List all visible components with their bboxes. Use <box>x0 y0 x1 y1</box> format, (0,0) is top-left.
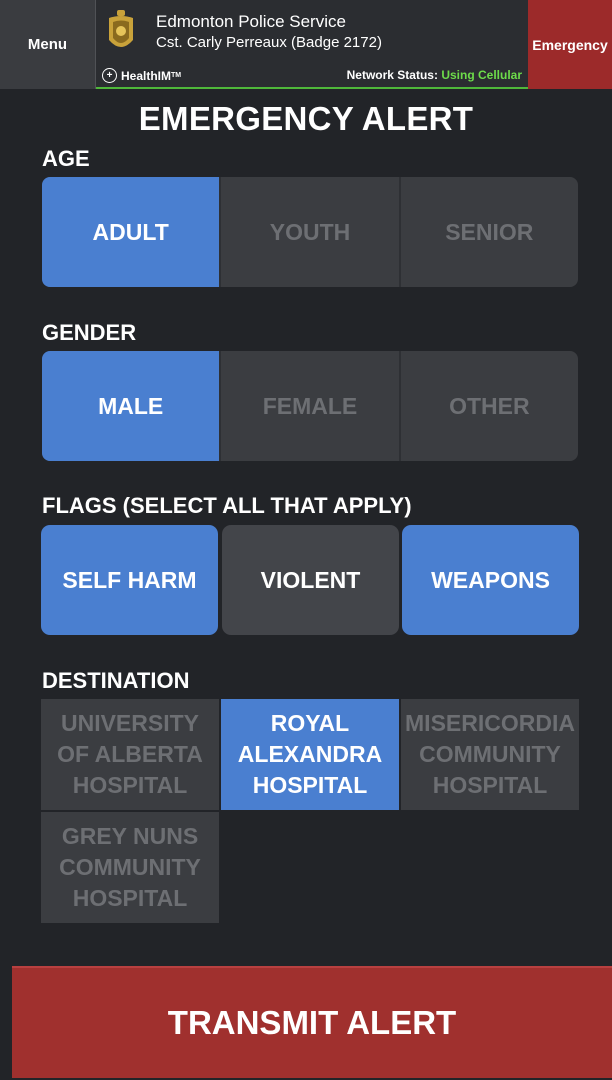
page-title: EMERGENCY ALERT <box>138 100 474 137</box>
police-badge-icon <box>109 10 133 47</box>
network-status: Network Status: Using Cellular <box>347 68 522 82</box>
age-option-youth[interactable]: YOUTH <box>221 177 401 287</box>
destination-royal-alexandra[interactable]: ROYAL ALEXANDRA HOSPITAL <box>221 699 399 810</box>
transmit-alert-button[interactable]: TRANSMIT ALERT <box>12 966 612 1078</box>
emergency-button[interactable]: Emergency <box>528 0 612 89</box>
destination-label: DESTINATION <box>42 668 190 693</box>
gender-selector: MALE FEMALE OTHER <box>42 351 578 461</box>
flag-self-harm[interactable]: SELF HARM <box>41 525 218 635</box>
gender-label: GENDER <box>42 320 137 345</box>
flag-weapons[interactable]: WEAPONS <box>402 525 579 635</box>
age-option-adult[interactable]: ADULT <box>42 177 222 287</box>
flags-label: FLAGS (SELECT ALL THAT APPLY) <box>42 493 412 518</box>
plus-circle-icon: + <box>102 68 117 83</box>
app-root: Menu Edmonton Police Service Cst. Carly … <box>0 0 612 1080</box>
network-status-value: Using Cellular <box>441 68 522 82</box>
officer-info-panel: Edmonton Police Service Cst. Carly Perre… <box>96 0 528 89</box>
officer-name: Cst. Carly Perreaux (Badge 2172) <box>156 34 382 51</box>
gender-option-other[interactable]: OTHER <box>401 351 578 461</box>
age-selector: ADULT YOUTH SENIOR <box>42 177 578 287</box>
organization-name: Edmonton Police Service <box>156 12 346 31</box>
network-status-label: Network Status: <box>346 68 438 82</box>
menu-button[interactable]: Menu <box>0 0 96 89</box>
network-indicator-line <box>96 87 528 89</box>
header-bar: Menu Edmonton Police Service Cst. Carly … <box>0 0 612 89</box>
gender-option-male[interactable]: MALE <box>42 351 222 461</box>
gender-option-female[interactable]: FEMALE <box>221 351 401 461</box>
brand-name: HealthIM <box>121 68 172 83</box>
flag-violent[interactable]: VIOLENT <box>222 525 399 635</box>
age-option-senior[interactable]: SENIOR <box>401 177 578 287</box>
destination-university-of-alberta[interactable]: UNIVERSITY OF ALBERTA HOSPITAL <box>41 699 219 810</box>
destination-misericordia[interactable]: MISERICORDIA COMMUNITY HOSPITAL <box>401 699 579 810</box>
healthim-logo: + HealthIM TM <box>102 68 181 83</box>
age-label: AGE <box>42 146 90 171</box>
destination-grey-nuns[interactable]: GREY NUNS COMMUNITY HOSPITAL <box>41 812 219 923</box>
